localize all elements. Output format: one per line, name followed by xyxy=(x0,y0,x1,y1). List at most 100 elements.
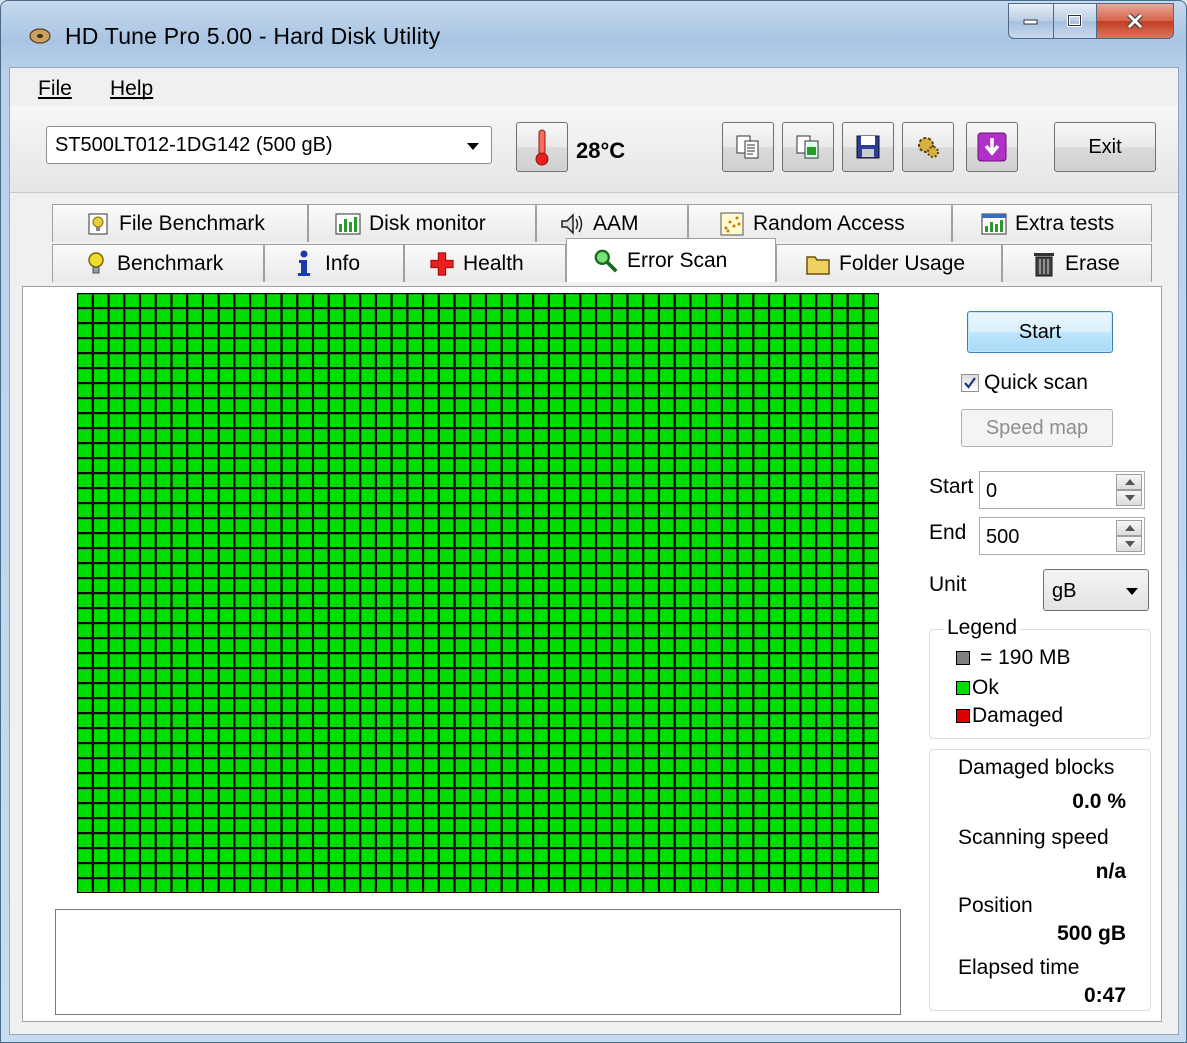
scan-block xyxy=(549,414,564,427)
speed-map-button[interactable]: Speed map xyxy=(961,409,1113,447)
exit-button[interactable]: Exit xyxy=(1054,122,1156,172)
tab-file-benchmark[interactable]: File Benchmark xyxy=(52,204,308,242)
scan-block xyxy=(801,519,816,532)
legend-damaged: Damaged xyxy=(956,704,1063,728)
scan-block xyxy=(204,819,218,832)
copy-text-button[interactable] xyxy=(722,122,774,172)
tab-label: Folder Usage xyxy=(839,251,966,275)
scan-block xyxy=(109,819,124,832)
scan-block xyxy=(93,354,108,367)
scan-block xyxy=(644,849,658,862)
start-position-spinner[interactable]: 0 xyxy=(979,471,1145,509)
scan-block xyxy=(298,744,312,757)
scan-block xyxy=(502,729,517,742)
scan-block xyxy=(518,489,533,502)
scan-block xyxy=(534,489,548,502)
scan-block xyxy=(660,759,674,772)
scan-block xyxy=(78,534,92,547)
end-position-spinner[interactable]: 500 xyxy=(979,517,1145,555)
scan-block xyxy=(502,819,517,832)
quick-scan-checkbox[interactable]: Quick scan xyxy=(961,371,1088,395)
scan-block xyxy=(329,474,344,487)
log-box[interactable] xyxy=(55,909,901,1015)
tab-health[interactable]: Health xyxy=(404,244,566,282)
scan-block xyxy=(565,384,580,397)
spin-down-button[interactable] xyxy=(1116,490,1142,506)
scan-block xyxy=(707,459,721,472)
scan-block xyxy=(518,714,533,727)
scan-block xyxy=(722,429,737,442)
scan-block xyxy=(251,849,265,862)
scan-block xyxy=(644,384,658,397)
scan-block xyxy=(549,459,564,472)
scan-block xyxy=(833,534,847,547)
tab-extra-tests[interactable]: Extra tests xyxy=(952,204,1152,242)
scan-block xyxy=(219,729,234,742)
minimize-button[interactable] xyxy=(1008,3,1054,39)
options-button[interactable] xyxy=(902,122,954,172)
unit-select[interactable]: gB xyxy=(1043,569,1149,611)
scan-block xyxy=(439,354,454,367)
scan-block xyxy=(392,684,407,697)
scan-block xyxy=(785,804,800,817)
scan-block xyxy=(345,624,360,637)
scan-block xyxy=(770,549,784,562)
tab-benchmark[interactable]: Benchmark xyxy=(52,244,264,282)
scan-block xyxy=(204,744,218,757)
scan-block xyxy=(864,519,878,532)
scan-block xyxy=(408,849,422,862)
temperature-button[interactable] xyxy=(516,122,568,172)
info-icon xyxy=(291,250,317,277)
end-position-value[interactable]: 500 xyxy=(986,526,1019,549)
scan-block xyxy=(707,549,721,562)
scan-block xyxy=(770,714,784,727)
scan-block xyxy=(345,339,360,352)
tab-aam[interactable]: AAM xyxy=(536,204,688,242)
start-scan-button[interactable]: Start xyxy=(967,311,1113,353)
scan-block xyxy=(345,429,360,442)
spin-down-button[interactable] xyxy=(1116,536,1142,552)
save-button[interactable] xyxy=(842,122,894,172)
scan-block xyxy=(172,519,187,532)
maximize-button[interactable] xyxy=(1054,3,1097,39)
spin-up-button[interactable] xyxy=(1116,520,1142,536)
tab-random-access[interactable]: Random Access xyxy=(688,204,952,242)
tab-info[interactable]: Info xyxy=(264,244,404,282)
scan-block xyxy=(581,399,595,412)
tab-disk-monitor[interactable]: Disk monitor xyxy=(308,204,536,242)
scan-block xyxy=(785,789,800,802)
menu-file[interactable]: File xyxy=(38,77,72,101)
scan-block xyxy=(172,309,187,322)
drive-select[interactable]: ST500LT012-1DG142 (500 gB) xyxy=(46,126,492,164)
scan-block xyxy=(392,654,407,667)
scan-block xyxy=(675,639,690,652)
scan-block xyxy=(597,879,611,892)
close-button[interactable] xyxy=(1097,3,1174,39)
scan-block xyxy=(644,804,658,817)
scan-block xyxy=(78,804,92,817)
scan-block xyxy=(502,714,517,727)
scan-block xyxy=(141,519,155,532)
tab-error-scan[interactable]: Error Scan xyxy=(566,238,776,282)
update-button[interactable] xyxy=(966,122,1018,172)
copy-icon xyxy=(736,135,759,159)
scan-block xyxy=(408,744,422,757)
scan-block xyxy=(801,474,816,487)
checkbox-box[interactable] xyxy=(961,374,979,392)
scan-block xyxy=(282,849,297,862)
scan-block xyxy=(235,339,249,352)
scan-block xyxy=(502,414,517,427)
scan-block xyxy=(801,669,816,682)
scan-block xyxy=(141,444,155,457)
tab-erase[interactable]: Erase xyxy=(1002,244,1152,282)
spin-up-button[interactable] xyxy=(1116,474,1142,490)
copy-screenshot-button[interactable] xyxy=(782,122,834,172)
scan-block xyxy=(235,579,249,592)
tab-folder-usage[interactable]: Folder Usage xyxy=(776,244,1002,282)
scan-block xyxy=(644,534,658,547)
menu-help[interactable]: Help xyxy=(110,77,153,101)
scan-block xyxy=(251,669,265,682)
start-position-value[interactable]: 0 xyxy=(986,480,997,503)
title-bar[interactable]: HD Tune Pro 5.00 - Hard Disk Utility xyxy=(1,1,1186,67)
scan-block xyxy=(833,804,847,817)
